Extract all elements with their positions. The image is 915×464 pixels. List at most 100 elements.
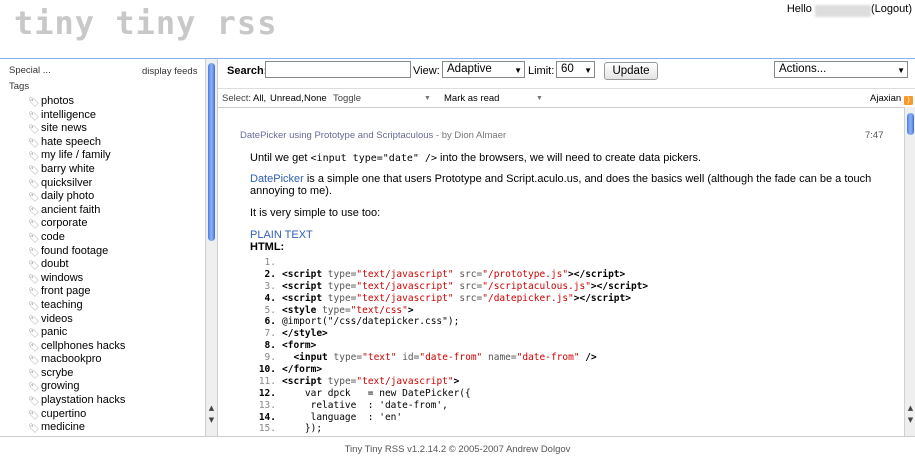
chevron-down-icon: ▼ [536,95,543,102]
actions-select-value: Actions... [779,63,827,75]
hello-text: Hello [786,3,812,15]
code-line: 12. var dpck = new DatePicker({ [250,388,648,400]
tag-icon: 🏷 [28,396,40,407]
code-line: 11. <script type="text/javascript"> [250,376,648,388]
line-number: 12. [258,387,276,399]
update-button[interactable]: Update [604,62,658,80]
code-line: 1. [250,257,648,269]
sidebar-tag-item[interactable]: 🏷 medicine [28,421,125,435]
sidebar-tag-item[interactable]: 🏷 quicksilver [28,177,125,191]
sidebar-tag-item[interactable]: 🏷 my life / family [28,149,125,163]
tag-icon: 🏷 [28,355,40,366]
header: tiny tiny rss Hello user(Logout) [0,0,915,58]
sidebar-tag-label: cupertino [41,407,87,420]
sidebar-tag-item[interactable]: 🏷 panic [28,326,125,340]
select-label: Select: [222,93,252,104]
feed-name[interactable]: Ajaxian [870,93,901,104]
mark-as-read-dropdown[interactable]: Mark as read [444,93,499,104]
line-number: 6. [264,316,276,328]
sidebar-tag-item[interactable]: 🏷 corporate [28,217,125,231]
limit-select[interactable]: 60 ▼ [556,61,595,78]
selection-bar: Select: All, Unread, None Toggle ▼ Mark … [218,88,915,107]
sidebar-tag-item[interactable]: 🏷 barry white [28,163,125,177]
scroll-down-arrow-icon[interactable]: ▼ [906,415,915,425]
logout-link[interactable]: Logout [875,3,909,15]
sidebar-tag-item[interactable]: 🏷 front page [28,285,125,299]
code-line: 8. <form> [250,340,648,352]
sidebar-tag-item[interactable]: 🏷 cupertino [28,408,125,422]
inline-code: <input type="date" /> [310,153,437,164]
article-byline: - by Dion Almaer [433,130,507,141]
tag-icon: 🏷 [28,341,40,352]
sidebar-tag-item[interactable]: 🏷 found footage [28,245,125,259]
view-label: View: [413,65,440,77]
line-number: 5. [264,304,276,316]
select-none-link[interactable]: None [304,93,327,104]
code-block: 1. 2. <script type="text/javascript" src="… [250,257,648,435]
select-unread-link[interactable]: Unread, [270,93,304,104]
actions-select[interactable]: Actions... ▼ [774,61,908,78]
tag-icon: 🏷 [28,273,40,284]
sidebar-tag-item[interactable]: 🏷 hate speech [28,136,125,150]
sidebar-tag-item[interactable]: 🏷 cellphones hacks [28,340,125,354]
code-text: relative : 'date-from', [282,399,448,411]
select-all-link[interactable]: All, [253,93,266,104]
line-number: 13. [258,399,276,411]
view-select-value: Adaptive [447,63,492,75]
sidebar-tag-item[interactable]: 🏷 teaching [28,299,125,313]
article-scroll-thumb[interactable] [907,113,914,135]
sidebar-tag-label: site news [41,122,87,135]
sidebar-scrollbar[interactable]: ▲ ▼ [205,59,217,436]
tag-icon: 🏷 [28,423,40,434]
sidebar-tag-item[interactable]: 🏷 scrybe [28,367,125,381]
tag-icon: 🏷 [28,164,40,175]
datepicker-link[interactable]: DatePicker [250,173,304,185]
rss-feed-icon: ) [904,96,913,105]
sidebar-tag-label: playstation hacks [41,394,126,407]
sidebar-tag-label: doubt [41,258,69,271]
tag-icon: 🏷 [28,151,40,162]
article-title-link[interactable]: DatePicker using Prototype and Scriptacu… [240,130,433,141]
code-text: <script type="text/javascript"> [282,375,460,387]
code-text: }); [282,423,323,435]
user-greeting: Hello user(Logout) [786,3,912,17]
username: user [815,5,871,17]
toggle-dropdown[interactable]: Toggle [333,93,361,104]
tag-icon: 🏷 [28,219,40,230]
article-scrollbar[interactable]: ▲ ▼ [904,107,915,437]
sidebar-tag-item[interactable]: 🏷 ancient faith [28,204,125,218]
sidebar-tag-label: panic [41,326,68,339]
sidebar-tag-item[interactable]: 🏷 code [28,231,125,245]
sidebar-tag-item[interactable]: 🏷 site news [28,122,125,136]
display-feeds-link[interactable]: display feeds [142,66,197,77]
sidebar-tag-item[interactable]: 🏷 growing [28,380,125,394]
scroll-up-arrow-icon[interactable]: ▲ [207,403,216,413]
code-line: 13. relative : 'date-from', [250,400,648,412]
tag-icon: 🏷 [28,192,40,203]
sidebar-tag-item[interactable]: 🏷 photos [28,95,125,109]
tag-icon: 🏷 [28,314,40,325]
sidebar-tag-item[interactable]: 🏷 videos [28,313,125,327]
tag-icon: 🏷 [28,178,40,189]
sidebar-scroll-thumb[interactable] [208,63,215,241]
tag-icon: 🏷 [28,260,40,271]
sidebar-tag-label: ancient faith [41,203,101,216]
view-select[interactable]: Adaptive ▼ [442,61,525,78]
sidebar-tag-label: teaching [41,298,83,311]
line-number: 11. [258,375,276,387]
scroll-down-arrow-icon[interactable]: ▼ [207,415,216,425]
sidebar-tag-item[interactable]: 🏷 daily photo [28,190,125,204]
sidebar-tag-item[interactable]: 🏷 intelligence [28,109,125,123]
code-line: 2. <script type="text/javascript" src="/p… [250,269,648,281]
tag-icon: 🏷 [28,328,40,339]
code-line: 15. }); [250,423,648,435]
special-feeds-label[interactable]: Special ... [9,65,51,76]
sidebar-tag-item[interactable]: 🏷 playstation hacks [28,394,125,408]
search-input[interactable] [265,61,411,78]
plain-text-link[interactable]: PLAIN TEXT [250,229,313,241]
sidebar-tag-label: cellphones hacks [41,339,126,352]
sidebar-tag-item[interactable]: 🏷 doubt [28,258,125,272]
sidebar-tag-item[interactable]: 🏷 windows [28,272,125,286]
scroll-up-arrow-icon[interactable]: ▲ [906,403,915,413]
sidebar-tag-item[interactable]: 🏷 macbookpro [28,353,125,367]
